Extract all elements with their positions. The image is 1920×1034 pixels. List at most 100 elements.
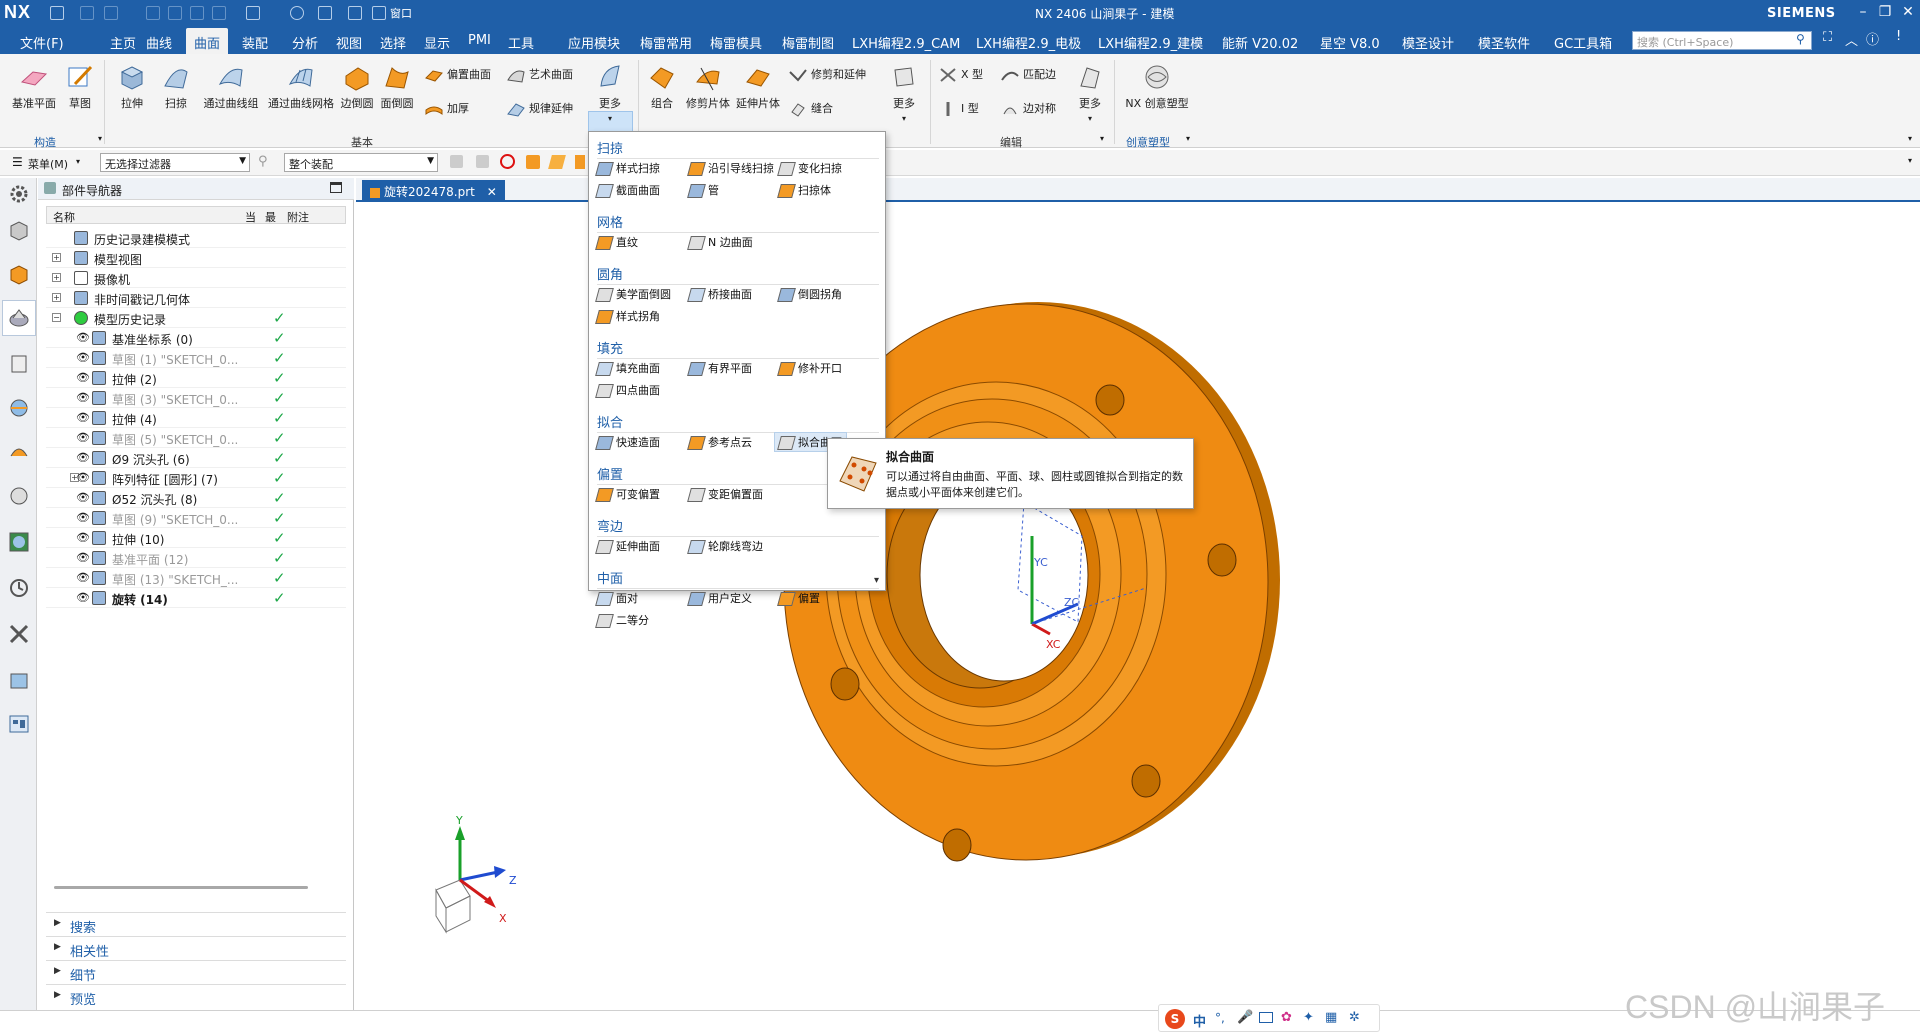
game-icon[interactable]: ✦ <box>1303 1010 1314 1025</box>
touch-mode-icon[interactable] <box>318 6 332 20</box>
gallery-item[interactable]: 样式扫掠 <box>595 160 660 176</box>
menu-item-5[interactable]: 分析 <box>292 33 318 52</box>
ribbon-options-icon[interactable]: ▾ <box>1908 134 1912 143</box>
menu-item-3[interactable]: 曲面 <box>186 28 229 54</box>
offset-surface-button[interactable]: 偏置曲面 <box>424 66 491 84</box>
dashboard-icon[interactable] <box>7 712 31 736</box>
menu-item-1[interactable]: 主页 <box>110 33 136 52</box>
tools-icon[interactable] <box>7 622 31 646</box>
cut-icon[interactable] <box>146 6 160 20</box>
gallery-item[interactable]: 变化扫掠 <box>777 160 842 176</box>
menu-item-11[interactable]: 应用模块 <box>568 33 620 52</box>
gallery-item[interactable]: 扫掠体 <box>777 182 831 198</box>
select-feature-icon[interactable] <box>476 155 489 168</box>
gallery-item[interactable]: 轮廓线弯边 <box>687 538 763 554</box>
gallery-item[interactable]: 二等分 <box>595 612 649 628</box>
gallery-item[interactable]: 有界平面 <box>687 360 752 376</box>
visibility-eye-icon[interactable]: 👁 <box>76 351 90 365</box>
gallery-item[interactable]: 美学面倒圆 <box>595 286 671 302</box>
expand-toggle-icon[interactable]: − <box>52 313 61 322</box>
face-blend-button[interactable]: 面倒圆 <box>378 62 416 111</box>
column-current[interactable]: 当 <box>245 209 256 225</box>
alert-icon[interactable]: ! <box>1896 29 1901 44</box>
gallery-item[interactable]: 管 <box>687 182 719 198</box>
gallery-item[interactable]: 样式拐角 <box>595 308 660 324</box>
minimize-button[interactable]: – <box>1853 3 1873 21</box>
visibility-eye-icon[interactable]: 👁 <box>76 451 90 465</box>
gallery-item[interactable]: 沿引导线扫掠 <box>687 160 774 176</box>
tree-row[interactable]: 👁 草图 (9) "SKETCH_0... ✓ <box>46 508 346 528</box>
gallery-item[interactable]: 直纹 <box>595 234 638 250</box>
nx-realize-shape-button[interactable]: NX 创意塑型 <box>1122 62 1192 111</box>
tree-row[interactable]: + 模型视图 <box>46 248 346 268</box>
punctuation-icon[interactable]: °, <box>1215 1011 1225 1025</box>
visibility-eye-icon[interactable]: 👁 <box>76 331 90 345</box>
menu-item-10[interactable]: 工具 <box>508 33 534 52</box>
close-button[interactable]: ✕ <box>1898 3 1918 21</box>
tree-row[interactable]: 👁 草图 (13) "SKETCH_... ✓ <box>46 568 346 588</box>
more-surfaces-button[interactable]: 更多 ▾ <box>590 62 630 124</box>
tree-row[interactable]: + 摄像机 <box>46 268 346 288</box>
gallery-item[interactable]: 可变偏置 <box>595 486 660 502</box>
menu-icon[interactable]: ☰ <box>12 155 23 169</box>
gallery-item[interactable]: 四点曲面 <box>595 382 660 398</box>
menu-item-4[interactable]: 装配 <box>242 33 268 52</box>
tree-row[interactable]: 👁 基准平面 (12) ✓ <box>46 548 346 568</box>
help-icon[interactable]: ⓘ <box>1866 29 1879 48</box>
column-notes[interactable]: 附注 <box>287 209 309 225</box>
x-type-button[interactable]: X 型 <box>938 66 983 84</box>
gallery-item[interactable]: 倒圆拐角 <box>777 286 842 302</box>
menu-item-14[interactable]: 梅雷制图 <box>782 33 834 52</box>
menu-item-20[interactable]: 模圣设计 <box>1402 33 1454 52</box>
menu-item-13[interactable]: 梅雷模具 <box>710 33 762 52</box>
edge-blend-button[interactable]: 边倒圆 <box>338 62 376 111</box>
visibility-eye-icon[interactable]: 👁 <box>76 371 90 385</box>
visibility-eye-icon[interactable]: 👁 <box>76 411 90 425</box>
search-icon[interactable]: ⚲ <box>1796 32 1805 46</box>
column-latest[interactable]: 最 <box>265 209 276 225</box>
menu-item-15[interactable]: LXH编程2.9_CAM <box>852 33 960 52</box>
menu-item-7[interactable]: 选择 <box>380 33 406 52</box>
close-tab-icon[interactable]: ✕ <box>487 185 497 199</box>
studio-surface-button[interactable]: 艺术曲面 <box>506 66 573 84</box>
filter-icon[interactable]: ⚲ <box>258 154 268 169</box>
group-expand-icon[interactable]: ▾ <box>1100 134 1104 143</box>
match-edge-button[interactable]: 匹配边 <box>1000 66 1056 84</box>
sketch-button[interactable]: 草图 <box>62 62 98 111</box>
visibility-eye-icon[interactable]: 👁 <box>76 571 90 585</box>
select-edge-icon[interactable] <box>575 155 585 169</box>
toolbox-icon[interactable]: ▦ <box>1325 1010 1337 1025</box>
more-edit-button[interactable]: 更多 ▾ <box>884 62 924 124</box>
deselect-icon[interactable] <box>500 154 515 169</box>
menu-item-12[interactable]: 梅雷常用 <box>640 33 692 52</box>
tree-row[interactable]: 历史记录建模模式 <box>46 228 346 248</box>
tree-row[interactable]: 👁 拉伸 (2) ✓ <box>46 368 346 388</box>
menu-item-2[interactable]: 曲线 <box>146 33 172 52</box>
unite-button[interactable]: 组合 <box>644 62 680 111</box>
process-studio-icon[interactable] <box>7 576 31 600</box>
copy-icon[interactable] <box>168 6 182 20</box>
gallery-item[interactable]: 用户定义 <box>687 590 752 606</box>
tree-row[interactable]: 👁 草图 (3) "SKETCH_0... ✓ <box>46 388 346 408</box>
tree-row[interactable]: 👁 Ø9 沉头孔 (6) ✓ <box>46 448 346 468</box>
fullscreen-icon[interactable]: ⛶ <box>1823 30 1832 45</box>
accordion-2[interactable]: ▶ 细节 <box>46 960 346 984</box>
ime-language-toggle[interactable]: 中 <box>1193 1011 1206 1030</box>
selection-filter-select[interactable]: 无选择过滤器 ▼ <box>100 153 250 172</box>
menu-item-22[interactable]: GC工具箱 <box>1554 33 1612 52</box>
menu-item-6[interactable]: 视图 <box>336 33 362 52</box>
toolbar-options-icon[interactable]: ▾ <box>1908 156 1912 165</box>
visibility-eye-icon[interactable]: 👁 <box>76 591 90 605</box>
visibility-eye-icon[interactable]: 👁 <box>76 511 90 525</box>
menu-item-8[interactable]: 显示 <box>424 33 450 52</box>
gallery-scroll-down-icon[interactable]: ▾ <box>874 575 879 586</box>
voice-input-icon[interactable]: 🎤 <box>1237 1010 1253 1025</box>
command-search-input[interactable]: 搜索 (Ctrl+Space) <box>1632 31 1812 50</box>
tree-row[interactable]: 👁 Ø52 沉头孔 (8) ✓ <box>46 488 346 508</box>
part-navigator-tab[interactable] <box>2 300 36 336</box>
selection-scope-select[interactable]: 整个装配 ▼ <box>284 153 438 172</box>
tree-row[interactable]: + 非时间戳记几何体 <box>46 288 346 308</box>
gallery-item[interactable]: 延伸曲面 <box>595 538 660 554</box>
gallery-item[interactable]: 桥接曲面 <box>687 286 752 302</box>
gallery-item[interactable]: 变距偏置面 <box>687 486 763 502</box>
